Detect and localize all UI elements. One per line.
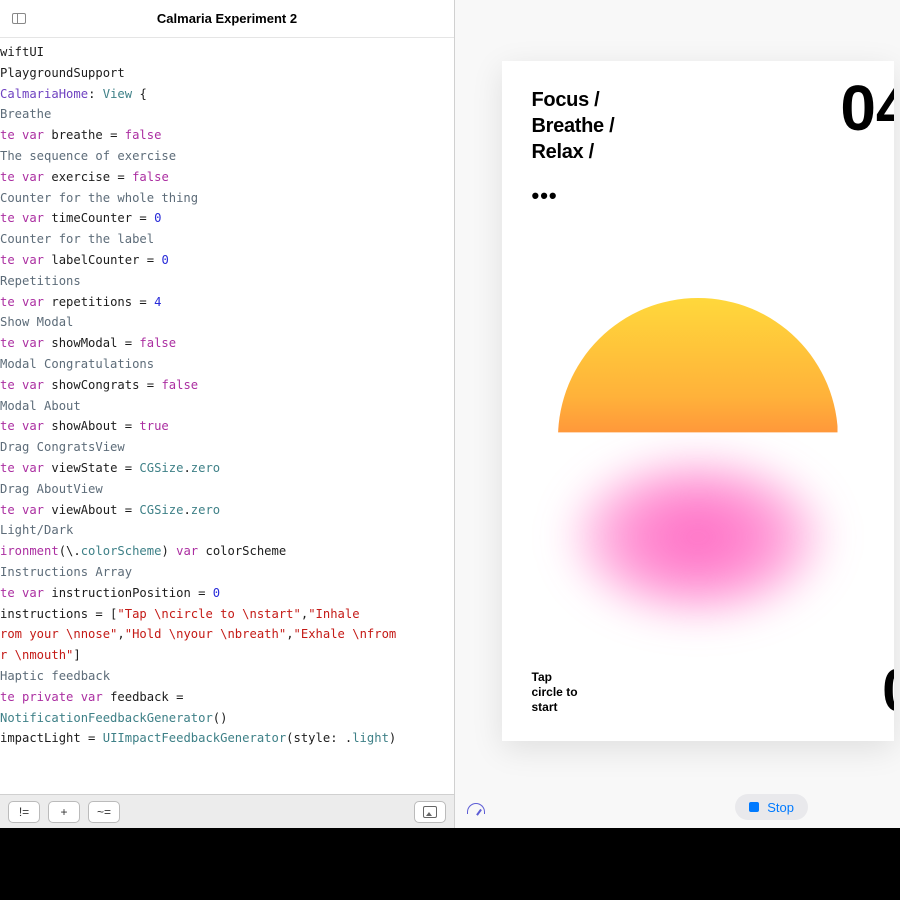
operator-button-plus[interactable]: +: [48, 801, 80, 823]
performance-gauge-icon[interactable]: [467, 797, 487, 817]
image-icon: [423, 806, 437, 818]
stop-label: Stop: [767, 800, 794, 815]
sidebar-toggle-icon[interactable]: [12, 13, 26, 24]
breathe-circle[interactable]: [502, 209, 894, 667]
document-title: Calmaria Experiment 2: [46, 11, 408, 26]
more-menu-icon[interactable]: •••: [532, 183, 615, 209]
result-view-button[interactable]: [414, 801, 446, 823]
counter-top: 04: [840, 83, 893, 134]
focus-heading: Focus / Breathe / Relax /: [532, 87, 615, 165]
stop-icon: [749, 802, 759, 812]
operator-button-notequals[interactable]: !=: [8, 801, 40, 823]
editor-header: Calmaria Experiment 2: [0, 0, 454, 38]
code-editor[interactable]: wiftUIPlaygroundSupportCalmariaHome: Vie…: [0, 38, 454, 794]
instruction-label: Tap circle to start: [532, 670, 578, 715]
operator-button-tilde-equals[interactable]: ~=: [88, 801, 120, 823]
counter-bottom: 0: [882, 667, 893, 715]
app-preview-card[interactable]: Focus / Breathe / Relax / ••• 04: [502, 61, 894, 741]
stop-button[interactable]: Stop: [735, 794, 808, 820]
